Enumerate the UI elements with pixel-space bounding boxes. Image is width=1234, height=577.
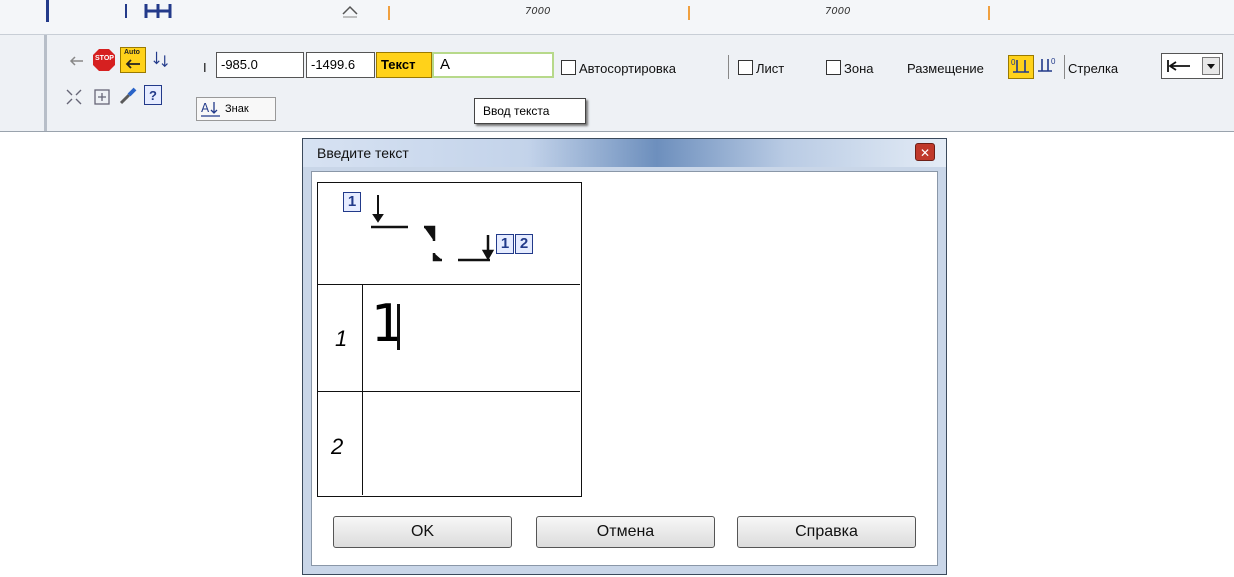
arrow-type-select[interactable] [1161, 53, 1223, 79]
svg-text:0: 0 [1051, 57, 1056, 66]
text-table: 1 1 2 1 1 2 [317, 182, 582, 497]
dimension-icon [143, 2, 173, 20]
zone-label: Зона [844, 61, 874, 76]
ok-button[interactable]: OK [333, 516, 512, 548]
auto-create-icon[interactable]: Auto [120, 47, 146, 73]
tooltip: Ввод текста [474, 98, 586, 124]
placement-side-icon[interactable]: 0 [1036, 55, 1062, 79]
shrink-icon[interactable] [64, 87, 84, 107]
coordinate-icon: I [203, 60, 207, 75]
close-icon: ✕ [919, 146, 931, 160]
stop-badge: STOP [95, 55, 114, 62]
text-toggle-button[interactable]: Текст [376, 52, 432, 78]
stop-icon[interactable]: STOP [92, 48, 116, 72]
enter-text-dialog: Введите текст ✕ 1 1 2 1 1 2 OK Отмена Сп… [302, 138, 947, 575]
ruler-left-edge [46, 0, 49, 22]
help-icon[interactable]: ? [144, 85, 162, 105]
close-button[interactable]: ✕ [915, 143, 935, 161]
text-input[interactable]: A [432, 52, 554, 78]
separator [1064, 55, 1065, 79]
brush-icon[interactable] [118, 86, 138, 106]
ruler-label: 7000 [825, 6, 851, 17]
chevron-down-icon[interactable] [1202, 57, 1220, 75]
sort-icon[interactable] [152, 49, 172, 69]
sheet-label: Лист [756, 61, 785, 76]
expand-icon[interactable] [92, 87, 112, 107]
dialog-title: Введите текст [317, 145, 409, 161]
properties-toolbar: STOP Auto ? I -985.0 -1499.6 Текст A A З… [0, 35, 1234, 132]
arrow-label: Стрелка [1068, 61, 1119, 76]
dialog-titlebar[interactable]: Введите текст ✕ [303, 139, 946, 167]
ruler-tick [388, 6, 390, 20]
text-cursor [397, 304, 400, 350]
row-number: 1 [335, 326, 348, 351]
cancel-button[interactable]: Отмена [536, 516, 715, 548]
row-text-cell[interactable]: 1 [363, 284, 580, 392]
sign-button[interactable]: A Знак [196, 97, 276, 121]
sign-label: Знак [225, 103, 249, 115]
row-number: 2 [331, 434, 344, 459]
help-button[interactable]: Справка [737, 516, 916, 548]
svg-text:A: A [201, 101, 210, 115]
row-number-cell: 2 [318, 392, 363, 495]
dialog-client: 1 1 2 1 1 2 [311, 171, 938, 566]
x-coordinate-field[interactable]: -985.0 [216, 52, 304, 78]
ruler-mark [125, 4, 127, 18]
ruler-label: 7000 [525, 6, 551, 17]
top-ruler: 7000 7000 [0, 0, 1234, 35]
ruler-tick [988, 6, 990, 20]
zone-checkbox[interactable] [826, 60, 841, 75]
row-text-cell[interactable] [363, 392, 580, 495]
toolbar-grip[interactable] [44, 35, 47, 131]
row-number-cell: 1 [318, 284, 363, 392]
placement-above-icon[interactable]: 0 [1008, 55, 1034, 79]
placement-label: Размещение [907, 61, 984, 76]
separator [728, 55, 729, 79]
autosort-checkbox[interactable] [561, 60, 576, 75]
ruler-tick [688, 6, 690, 20]
auto-badge: Auto [124, 49, 140, 56]
y-coordinate-field[interactable]: -1499.6 [306, 52, 375, 78]
svg-text:0: 0 [1011, 58, 1016, 67]
preview-right-mark-1: 1 [496, 234, 514, 254]
back-arrow-icon[interactable] [66, 51, 86, 71]
sheet-checkbox[interactable] [738, 60, 753, 75]
preview-left-mark: 1 [343, 192, 361, 212]
autosort-label: Автосортировка [579, 61, 676, 76]
caret-up-icon [340, 4, 360, 18]
preview-cell: 1 1 2 [318, 183, 580, 285]
preview-right-mark-2: 2 [515, 234, 533, 254]
